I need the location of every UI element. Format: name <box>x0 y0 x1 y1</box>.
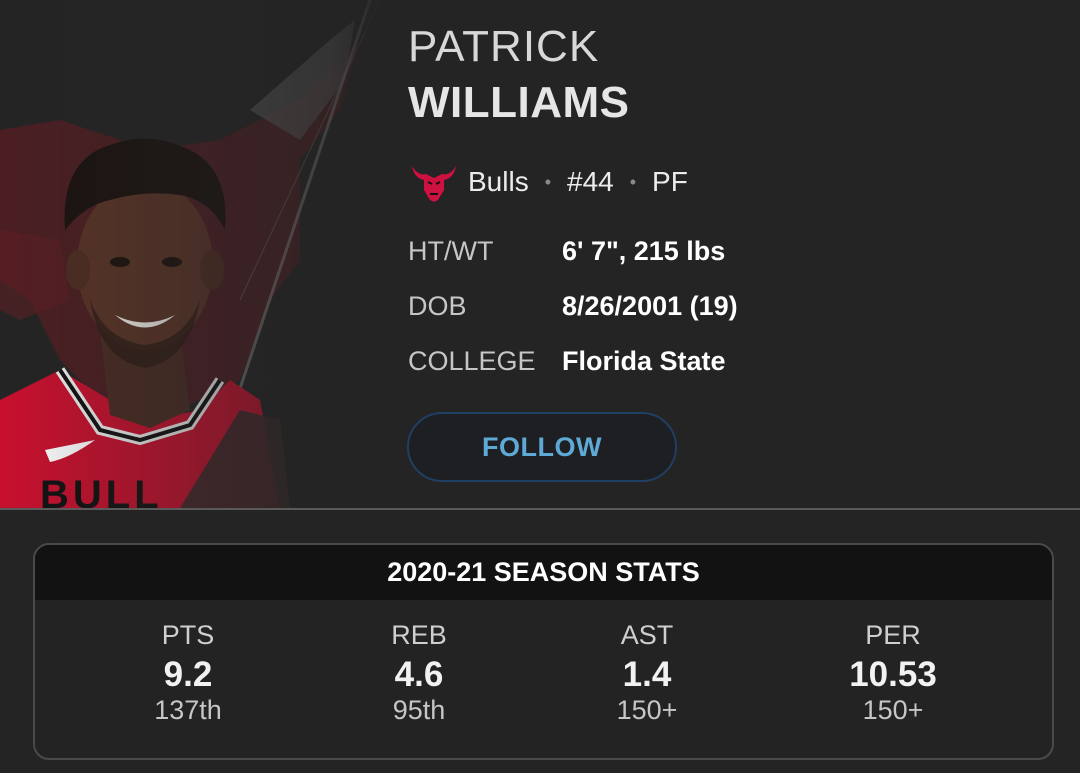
season-stats-grid: PTS 9.2 137th REB 4.6 95th AST 1.4 150+ … <box>35 600 1052 758</box>
team-name: Bulls <box>468 166 529 197</box>
college-value: Florida State <box>562 346 726 376</box>
stat-rank: 150+ <box>862 695 924 725</box>
stat-value: 4.6 <box>394 655 444 694</box>
player-hero: BULL PATRICK WILLIAMS Bulls • #44 • PF H… <box>0 0 1080 508</box>
stat-label: PTS <box>161 620 215 650</box>
separator-dot: • <box>629 171 637 192</box>
dob-label: DOB <box>408 291 467 321</box>
stat-rank: 150+ <box>616 695 678 725</box>
college-label: COLLEGE <box>408 346 536 376</box>
stat-label: AST <box>620 620 674 650</box>
stat-per: PER 10.53 150+ <box>783 600 1003 726</box>
player-last-name: WILLIAMS <box>408 78 630 127</box>
stat-label: PER <box>865 620 921 650</box>
stat-pts: PTS 9.2 137th <box>78 600 298 726</box>
season-stats-title: 2020-21 SEASON STATS <box>35 545 1052 600</box>
player-first-name: PATRICK <box>408 22 600 71</box>
dob-value: 8/26/2001 (19) <box>562 291 738 321</box>
stat-rank: 137th <box>154 695 222 725</box>
separator-dot: • <box>544 171 552 192</box>
player-photo: BULL <box>0 0 390 508</box>
stat-label: REB <box>391 620 447 650</box>
height-weight-value: 6' 7", 215 lbs <box>562 236 726 266</box>
section-divider <box>0 508 1080 510</box>
jersey-number: #44 <box>567 166 614 197</box>
stat-reb: REB 4.6 95th <box>309 600 529 726</box>
team-info-row: Bulls • #44 • PF <box>410 160 688 204</box>
follow-button[interactable]: FOLLOW <box>407 412 677 482</box>
player-position: PF <box>652 166 688 197</box>
stat-value: 1.4 <box>622 655 672 694</box>
season-stats-card: 2020-21 SEASON STATS PTS 9.2 137th REB 4… <box>33 543 1054 760</box>
bulls-logo-icon <box>412 166 456 202</box>
stat-ast: AST 1.4 150+ <box>537 600 757 726</box>
height-weight-label: HT/WT <box>408 236 494 266</box>
stat-rank: 95th <box>392 695 446 725</box>
stat-value: 10.53 <box>849 655 937 694</box>
stat-value: 9.2 <box>163 655 213 694</box>
